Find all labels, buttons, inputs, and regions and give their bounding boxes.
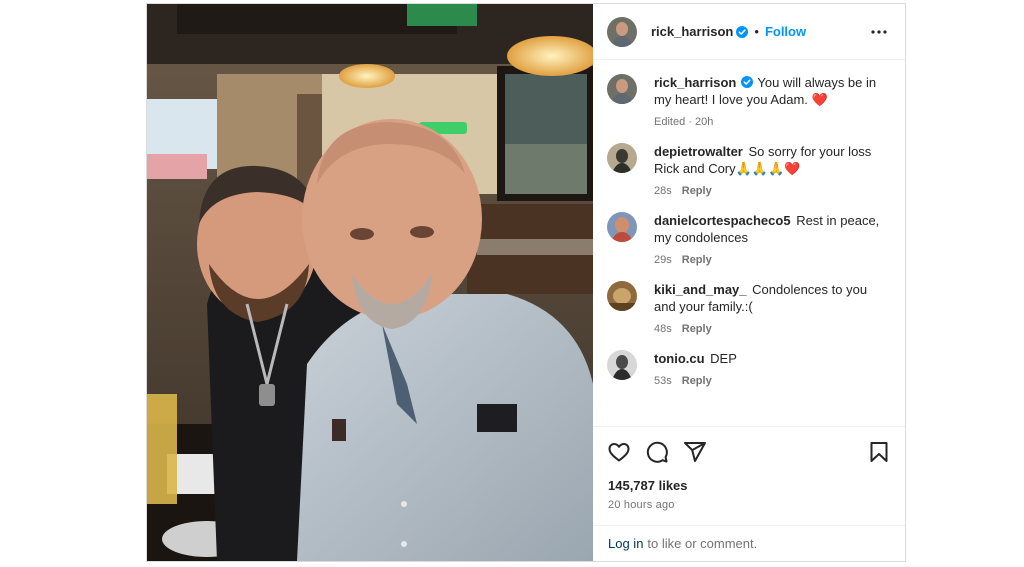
post-photo[interactable] [147, 4, 593, 561]
comment-meta: 48s Reply [654, 321, 891, 338]
login-link[interactable]: Log in [608, 536, 643, 551]
comments-list: rick_harrison You will always be in my h… [593, 60, 905, 426]
comment-time: 29s [654, 254, 672, 266]
heart-icon[interactable] [607, 440, 631, 464]
comment-meta: 53s Reply [654, 373, 891, 390]
verified-badge-icon [741, 76, 754, 88]
reply-button[interactable]: Reply [682, 323, 712, 335]
verified-badge-icon [736, 25, 749, 38]
comment-edited-time: Edited · 20h [654, 116, 714, 128]
comment-username[interactable]: depietrowalter [654, 144, 743, 159]
comment-icon[interactable] [645, 440, 669, 464]
post-header: rick_harrison • Follow [593, 4, 905, 60]
comment-time: 28s [654, 185, 672, 197]
more-options-icon[interactable] [867, 20, 891, 44]
commenter-avatar[interactable] [607, 74, 637, 104]
caption-comment: rick_harrison You will always be in my h… [607, 74, 891, 131]
action-bar [593, 426, 905, 476]
heart-emoji: ❤️ [811, 92, 828, 107]
comment-meta: 29s Reply [654, 252, 891, 269]
instagram-post-card: rick_harrison • Follow rick_harrison You… [146, 3, 906, 562]
comment-item: depietrowalter So sorry for your loss Ri… [607, 143, 891, 200]
share-icon[interactable] [683, 440, 707, 464]
photo-illustration [147, 4, 593, 561]
reply-button[interactable]: Reply [682, 254, 712, 266]
login-suffix: to like or comment. [647, 536, 758, 551]
comment-body: kiki_and_may_ Condolences to you and you… [654, 281, 891, 338]
comment-username[interactable]: rick_harrison [654, 75, 736, 90]
comment-time: 53s [654, 375, 672, 387]
comment-username[interactable]: kiki_and_may_ [654, 282, 747, 297]
post-side-panel: rick_harrison • Follow rick_harrison You… [593, 4, 905, 561]
comment-meta: 28s Reply [654, 183, 891, 200]
commenter-avatar[interactable] [607, 212, 637, 242]
comment-username[interactable]: tonio.cu [654, 351, 705, 366]
reply-button[interactable]: Reply [682, 185, 712, 197]
reply-button[interactable]: Reply [682, 375, 712, 387]
prayer-emoji: 🙏🙏🙏❤️ [735, 161, 801, 176]
likes-count[interactable]: 145,787 likes [593, 478, 905, 493]
comment-username[interactable]: danielcortespacheco5 [654, 213, 791, 228]
comment-body: tonio.cu DEP 53s Reply [654, 350, 891, 390]
post-timestamp[interactable]: 20 hours ago [593, 499, 905, 511]
comment-body: danielcortespacheco5 Rest in peace, my c… [654, 212, 891, 269]
comment-body: depietrowalter So sorry for your loss Ri… [654, 143, 891, 200]
bookmark-icon[interactable] [867, 440, 891, 464]
commenter-avatar[interactable] [607, 143, 637, 173]
author-username[interactable]: rick_harrison [651, 24, 733, 39]
separator-dot: • [754, 24, 759, 39]
follow-button[interactable]: Follow [765, 24, 806, 39]
comment-body: rick_harrison You will always be in my h… [654, 74, 891, 131]
commenter-avatar[interactable] [607, 281, 637, 311]
comment-time: 48s [654, 323, 672, 335]
author-avatar[interactable] [607, 16, 637, 47]
comment-item: tonio.cu DEP 53s Reply [607, 350, 891, 390]
comment-item: kiki_and_may_ Condolences to you and you… [607, 281, 891, 338]
comment-item: danielcortespacheco5 Rest in peace, my c… [607, 212, 891, 269]
comment-text: DEP [710, 351, 737, 366]
comment-meta: Edited · 20h [654, 114, 891, 131]
commenter-avatar[interactable] [607, 350, 637, 380]
login-prompt: Log in to like or comment. [593, 525, 905, 561]
